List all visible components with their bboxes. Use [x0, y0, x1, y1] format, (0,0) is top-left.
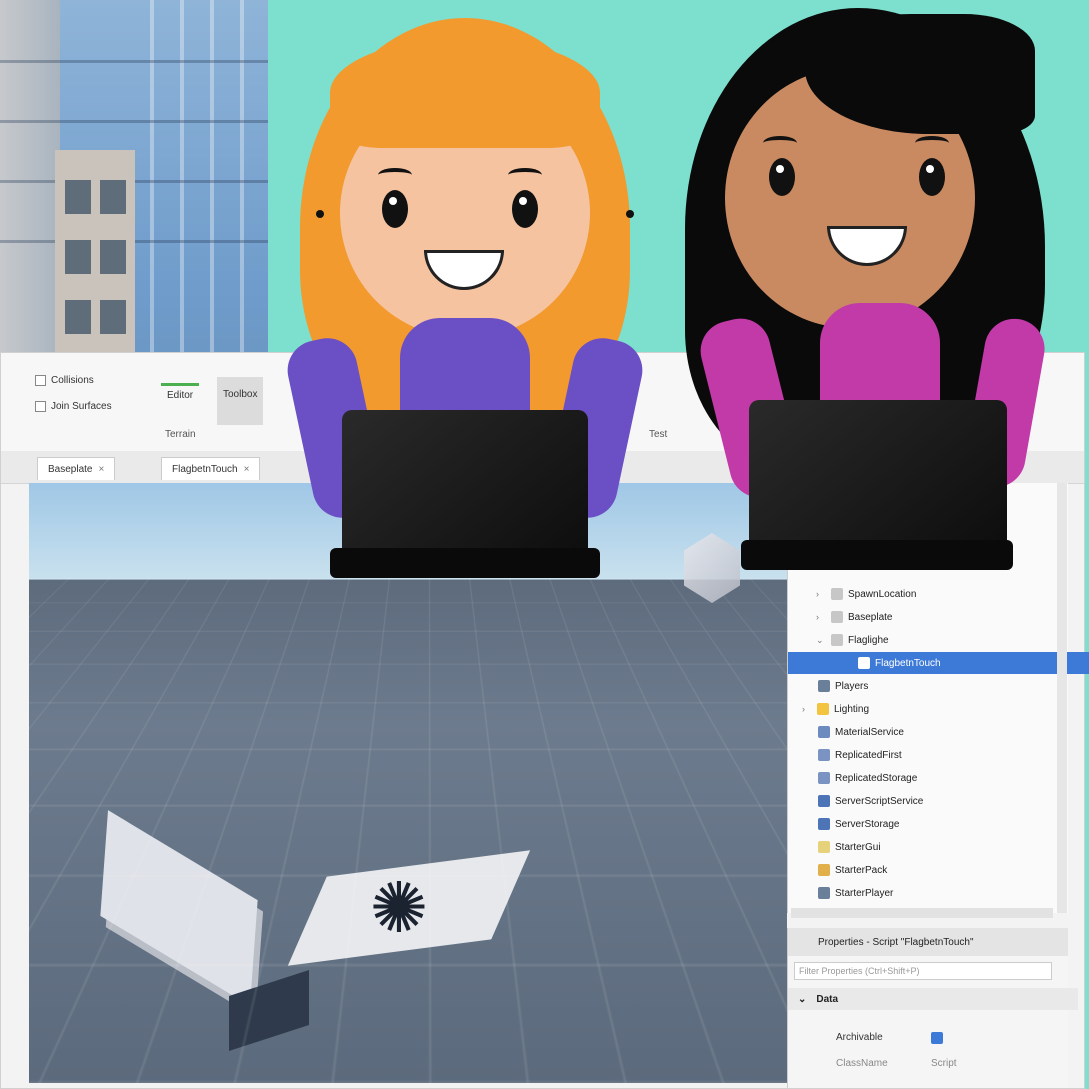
chevron-right-icon[interactable]: ›	[816, 589, 826, 599]
replicated-icon	[818, 749, 830, 761]
spawn-icon: ✺	[369, 869, 429, 947]
tree-label: ServerStorage	[835, 818, 900, 830]
tree-item[interactable]: Players	[788, 675, 1088, 697]
script-icon	[858, 657, 870, 669]
window-row	[0, 60, 268, 63]
cartoon-girl-blonde	[282, 18, 648, 588]
data-section-header[interactable]: ⌄ Data	[788, 988, 1078, 1010]
window	[100, 240, 126, 274]
checkbox[interactable]	[35, 401, 46, 412]
checkbox[interactable]	[35, 375, 46, 386]
laptop-icon	[342, 410, 588, 560]
eye	[769, 158, 795, 196]
tree-item[interactable]: ⌄ Flaglighe	[788, 629, 1086, 651]
tree-label: StarterPlayer	[835, 887, 894, 899]
server-storage-icon	[818, 818, 830, 830]
storage-icon	[818, 772, 830, 784]
eyebrow	[763, 136, 797, 150]
tab-label: FlagbetnTouch	[172, 463, 238, 475]
bangs	[330, 38, 600, 148]
window-row	[0, 120, 268, 123]
laptop-icon	[749, 400, 1007, 550]
window	[65, 300, 91, 334]
gui-icon	[818, 841, 830, 853]
eye	[382, 190, 408, 228]
collisions-toggle[interactable]: Collisions	[35, 375, 94, 386]
pack-icon	[818, 864, 830, 876]
tree-item[interactable]: › Baseplate	[788, 606, 1086, 628]
eyebrow	[378, 168, 412, 182]
laptop-base	[741, 540, 1013, 570]
tree-label: Lighting	[834, 703, 870, 715]
part-icon	[831, 634, 843, 646]
tree-item[interactable]: ServerScriptService	[788, 790, 1088, 812]
tree-label: Baseplate	[848, 611, 893, 623]
window	[100, 180, 126, 214]
terrain-group-label: Terrain	[165, 429, 196, 440]
eyebrow	[915, 136, 949, 150]
part-icon	[831, 611, 843, 623]
lighting-icon	[817, 703, 829, 715]
tree-label: SpawnLocation	[848, 588, 917, 600]
tree-label: Players	[835, 680, 869, 692]
collisions-label: Collisions	[51, 375, 94, 386]
join-surfaces-label: Join Surfaces	[51, 401, 112, 412]
properties-filter-input[interactable]: Filter Properties (Ctrl+Shift+P)	[794, 962, 1052, 980]
tree-label: ServerScriptService	[835, 795, 924, 807]
properties-panel: Properties - Script "FlagbetnTouch" Filt…	[787, 928, 1078, 1088]
window	[65, 240, 91, 274]
chevron-down-icon[interactable]: ⌄	[816, 635, 826, 646]
join-surfaces-toggle[interactable]: Join Surfaces	[35, 401, 112, 412]
tree-item[interactable]: StarterGui	[788, 836, 1088, 858]
properties-title: Properties - Script "FlagbetnTouch"	[788, 928, 1068, 956]
tree-item[interactable]: › Lighting	[788, 698, 1072, 720]
tree-item-selected[interactable]: FlagbetnTouch	[788, 652, 1089, 674]
material-icon	[818, 726, 830, 738]
classname-label: ClassName	[836, 1058, 888, 1069]
eye	[512, 190, 538, 228]
chevron-right-icon[interactable]: ›	[802, 704, 812, 714]
toolbox-button[interactable]: Toolbox	[217, 377, 264, 425]
close-icon[interactable]: ×	[98, 464, 104, 475]
tree-item[interactable]: ServerStorage	[788, 813, 1088, 835]
eye	[919, 158, 945, 196]
tree-item[interactable]: ReplicatedStorage	[788, 767, 1088, 789]
earring	[626, 210, 634, 218]
server-icon	[818, 795, 830, 807]
earring	[316, 210, 324, 218]
tree-item[interactable]: StarterPack	[788, 859, 1088, 881]
tree-item[interactable]: ReplicatedFirst	[788, 744, 1088, 766]
section-label: Data	[816, 993, 839, 1005]
tab-script[interactable]: FlagbetnTouch ×	[161, 457, 261, 480]
players-icon	[818, 680, 830, 692]
archivable-label: Archivable	[836, 1032, 883, 1043]
eyebrow	[508, 168, 542, 182]
close-icon[interactable]: ×	[244, 464, 250, 475]
tree-label: Flaglighe	[848, 634, 889, 646]
window	[100, 300, 126, 334]
tree-label: MaterialService	[835, 726, 904, 738]
chevron-down-icon[interactable]: ⌄	[798, 994, 806, 1005]
tree-label: ReplicatedFirst	[835, 749, 902, 761]
tree-item[interactable]: StarterPlayer	[788, 882, 1088, 904]
cartoon-girl-dark-hair	[685, 8, 1065, 588]
tree-label: FlagbetnTouch	[875, 657, 941, 669]
test-group-label: Test	[649, 429, 668, 440]
chevron-right-icon[interactable]: ›	[816, 612, 826, 622]
tab-label: Baseplate	[48, 463, 93, 475]
tree-label: StarterPack	[835, 864, 888, 876]
window	[65, 180, 91, 214]
classname-value: Script	[931, 1058, 957, 1069]
tree-label: ReplicatedStorage	[835, 772, 918, 784]
explorer-hscrollbar[interactable]	[791, 908, 1053, 918]
tree-label: StarterGui	[835, 841, 881, 853]
spawn-icon	[831, 588, 843, 600]
archivable-checkbox[interactable]	[931, 1032, 943, 1044]
tree-item[interactable]: MaterialService	[788, 721, 1088, 743]
editor-button[interactable]: Editor	[161, 383, 200, 405]
laptop-base	[330, 548, 600, 578]
tab-baseplate[interactable]: Baseplate ×	[37, 457, 116, 480]
player-icon	[818, 887, 830, 899]
magenta-shirt	[820, 303, 940, 413]
